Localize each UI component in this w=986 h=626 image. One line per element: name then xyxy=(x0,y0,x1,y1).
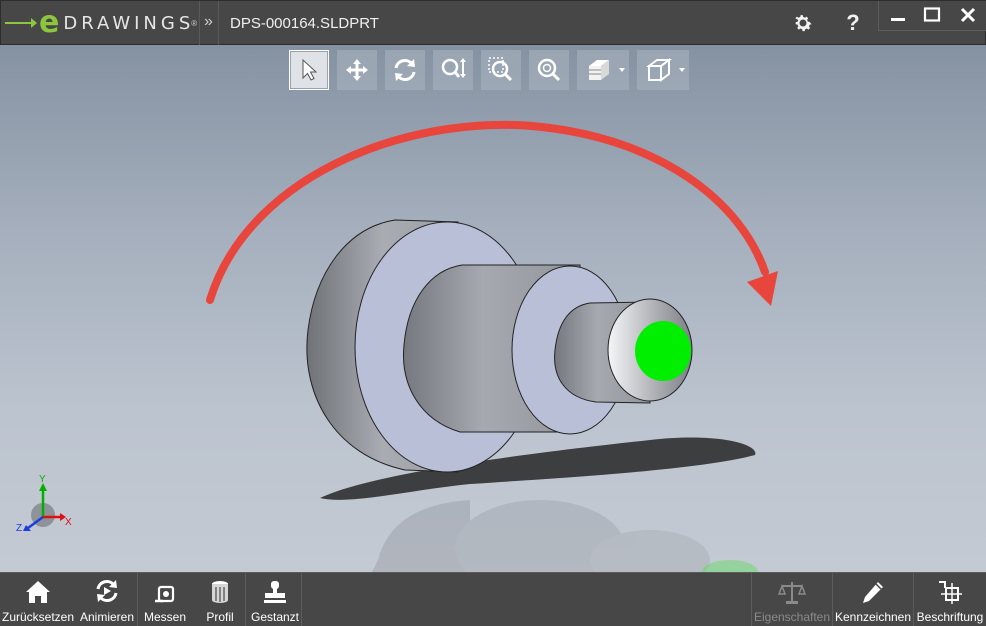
measure-icon xyxy=(155,585,175,603)
toolbar-divider xyxy=(137,573,138,626)
view-orientation-menu[interactable] xyxy=(637,50,689,90)
graphics-viewport[interactable]: Y X Z xyxy=(0,45,986,572)
markup-button[interactable]: Kennzeichnen xyxy=(835,573,911,626)
stamp-icon xyxy=(264,581,286,603)
annotate-button[interactable]: Beschriftung xyxy=(915,573,985,626)
triad-z-label: Z xyxy=(16,523,22,534)
title-bar: e DRAWINGS ® » DPS-000164.SLDPRT ? xyxy=(0,0,986,46)
titlebar-divider xyxy=(199,1,200,46)
stamped-button[interactable]: Gestanzt xyxy=(249,573,301,626)
chevron-down-icon xyxy=(619,68,625,72)
triad-x-label: X xyxy=(65,517,72,528)
file-name: DPS-000164.SLDPRT xyxy=(230,15,379,32)
select-tool-button[interactable] xyxy=(289,50,329,90)
zoom-fit-tool-button[interactable] xyxy=(529,50,569,90)
animate-icon xyxy=(96,580,118,602)
stamped-label: Gestanzt xyxy=(250,610,300,624)
reset-label: Zurücksetzen xyxy=(1,610,75,624)
gear-icon[interactable] xyxy=(789,9,817,37)
arrow-pointer-icon xyxy=(302,58,318,81)
measure-button[interactable]: Messen xyxy=(141,573,189,626)
window-controls xyxy=(878,1,986,31)
logo-e: e xyxy=(39,5,60,40)
pan-tool-button[interactable] xyxy=(337,50,377,90)
properties-label: Eigenschaften xyxy=(753,610,831,624)
zoom-in-out-icon xyxy=(441,58,466,78)
annotate-label: Beschriftung xyxy=(916,610,984,624)
bottom-toolbar: Zurücksetzen Animieren Messen Profil Ges… xyxy=(0,572,986,626)
logo-wordmark: DRAWINGS xyxy=(63,12,195,34)
floor-reflection xyxy=(372,500,710,572)
close-icon[interactable] xyxy=(953,3,983,27)
selected-face[interactable] xyxy=(635,321,691,381)
logo-registered-mark: ® xyxy=(191,18,198,28)
markup-label: Kennzeichnen xyxy=(834,610,912,624)
properties-button[interactable]: Eigenschaften xyxy=(754,573,830,626)
logo-arrow-icon xyxy=(5,18,37,28)
pencil-icon xyxy=(863,582,883,603)
zoom-fit-icon xyxy=(537,58,561,82)
zoom-tool-button[interactable] xyxy=(433,50,473,90)
chevron-down-icon xyxy=(679,68,685,72)
help-icon[interactable]: ? xyxy=(839,9,867,37)
measure-label: Messen xyxy=(143,610,187,624)
animate-button[interactable]: Animieren xyxy=(78,573,136,626)
floor-reflection-face xyxy=(702,560,758,572)
part-model-view[interactable] xyxy=(0,45,986,572)
toolbar-divider xyxy=(301,573,302,626)
home-icon xyxy=(26,581,50,603)
zoom-area-tool-button[interactable] xyxy=(481,50,521,90)
profile-label: Profil xyxy=(206,610,234,624)
edrawings-logo: e DRAWINGS ® xyxy=(5,7,197,39)
profile-icon xyxy=(212,581,228,603)
toolbar-divider xyxy=(751,573,752,626)
rotation-arrow-head xyxy=(747,271,778,306)
triad-y-label: Y xyxy=(39,474,46,485)
toolbar-divider xyxy=(913,573,914,626)
cube-icon xyxy=(646,58,672,82)
maximize-icon[interactable] xyxy=(917,3,947,27)
titlebar-divider xyxy=(218,1,219,46)
move-arrows-icon xyxy=(346,59,368,81)
scales-icon xyxy=(778,582,806,604)
annotation-icon xyxy=(939,581,962,604)
coordinate-triad: Y X Z xyxy=(16,474,72,534)
chevron-right-icon[interactable]: » xyxy=(204,13,213,31)
minimize-icon[interactable] xyxy=(883,3,913,27)
toolbar-divider xyxy=(245,573,246,626)
shaded-box-icon xyxy=(589,60,609,80)
profile-button[interactable]: Profil xyxy=(198,573,242,626)
reset-button[interactable]: Zurücksetzen xyxy=(2,573,74,626)
rotate-tool-button[interactable] xyxy=(385,50,425,90)
view-toolbar xyxy=(289,50,697,90)
rotate-icon xyxy=(394,59,416,81)
zoom-area-icon xyxy=(488,57,513,82)
display-style-menu[interactable] xyxy=(577,50,629,90)
toolbar-divider xyxy=(832,573,833,626)
animate-label: Animieren xyxy=(79,610,135,624)
